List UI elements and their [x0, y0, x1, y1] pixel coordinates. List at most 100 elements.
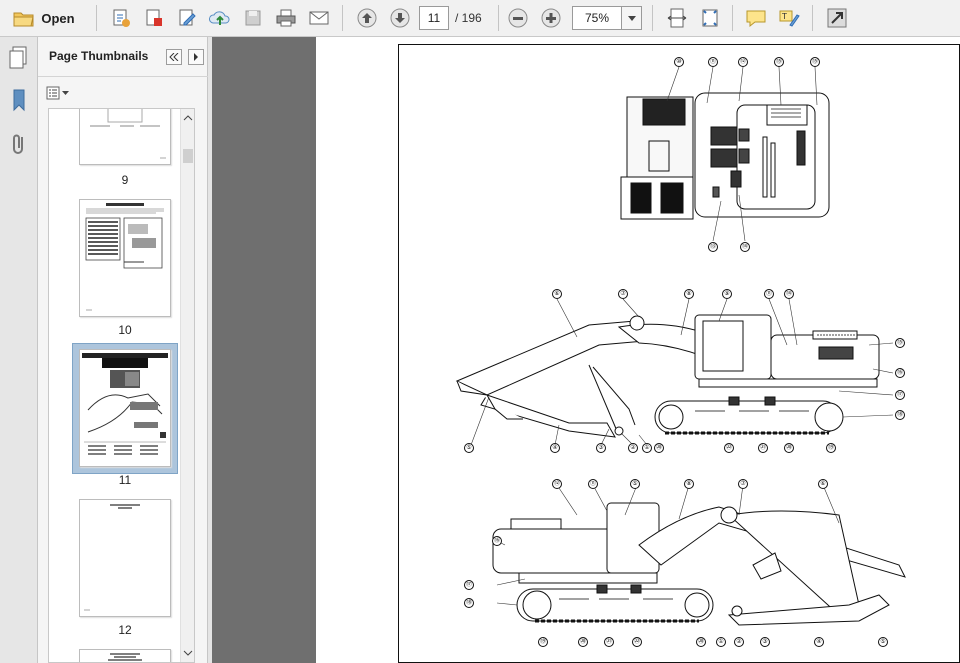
- page-thumbnails-icon[interactable]: [6, 43, 32, 73]
- thumbnails-panel: Page Thumbnails 9 10 11 12: [38, 37, 208, 663]
- scrollbar-thumb[interactable]: [183, 149, 193, 163]
- callout: ⑯: [492, 536, 502, 546]
- chevron-right-icon: [194, 53, 198, 61]
- email-icon[interactable]: [306, 5, 332, 31]
- callout: ㉒: [724, 443, 734, 453]
- callout: ⑮: [895, 338, 905, 348]
- callout: ③: [760, 637, 770, 647]
- thumbnail-page-11[interactable]: [79, 349, 171, 467]
- separator: [812, 5, 813, 31]
- callout: ⑰: [464, 580, 474, 590]
- scroll-up-icon: [183, 115, 193, 121]
- folder-icon: [13, 12, 34, 27]
- callout: ⑤: [630, 479, 640, 489]
- callout: ⑨: [722, 289, 732, 299]
- zoom-out-icon[interactable]: [505, 5, 531, 31]
- panel-title: Page Thumbnails: [49, 49, 149, 63]
- callout: ③: [596, 443, 606, 453]
- callout: ⑧: [684, 289, 694, 299]
- comment-icon[interactable]: [743, 5, 769, 31]
- open-button[interactable]: Open: [6, 5, 82, 31]
- page-number-input[interactable]: 11: [419, 6, 449, 30]
- chevron-down-icon[interactable]: [621, 7, 641, 29]
- upload-icon[interactable]: [207, 5, 233, 31]
- attachment-icon[interactable]: [6, 129, 32, 159]
- callout: ⑱: [895, 410, 905, 420]
- thumbnail-page-13[interactable]: [79, 649, 171, 662]
- callout: ⑱: [464, 598, 474, 608]
- thumbnail-page-10[interactable]: [79, 199, 171, 317]
- bookmark-icon[interactable]: [6, 85, 32, 115]
- thumbnail-label: 9: [121, 173, 129, 187]
- expand-panel-button[interactable]: [188, 49, 204, 65]
- callout: ⑫: [552, 479, 562, 489]
- zoom-value: 75%: [584, 11, 610, 25]
- print-icon[interactable]: [273, 5, 299, 31]
- callout: ㉑: [758, 443, 768, 453]
- callout: ⑦: [738, 479, 748, 489]
- fit-page-icon[interactable]: [697, 5, 723, 31]
- excavator-diagram: [455, 66, 906, 626]
- callout: ⑲: [826, 443, 836, 453]
- thumbnail-page-12[interactable]: [79, 499, 171, 617]
- toolbar: Open 11 / 196 75% T: [0, 0, 960, 37]
- zoom-in-icon[interactable]: [538, 5, 564, 31]
- collapse-panel-button[interactable]: [166, 49, 182, 65]
- document-page: ⑩ ⑪ ⑫ ⑮ ⑮ ⑬ ⑭ ⑥ ⑦ ⑧ ⑨ ⑪ ⑭ ⑮ ⑯ ⑰ ⑱ ⑲ ⑳ ㉑ …: [398, 44, 960, 663]
- callout: ⑪: [764, 289, 774, 299]
- highlight-icon[interactable]: T: [776, 5, 802, 31]
- callout: ⑯: [895, 368, 905, 378]
- options-menu-icon: [46, 86, 60, 100]
- separator: [732, 5, 733, 31]
- callout: ⑬: [708, 242, 718, 252]
- callout: ④: [550, 443, 560, 453]
- fit-width-icon[interactable]: [664, 5, 690, 31]
- thumbnail-list[interactable]: 9 10 11 12: [48, 108, 195, 663]
- thumbnail-label: 11: [118, 473, 132, 487]
- export-pdf-icon[interactable]: [141, 5, 167, 31]
- callout: ㉑: [604, 637, 614, 647]
- callout: ⑩: [674, 57, 684, 67]
- zoom-select[interactable]: 75%: [572, 6, 642, 30]
- callout: ①: [642, 443, 652, 453]
- callout: ⑦: [618, 289, 628, 299]
- thumbnail-scrollbar[interactable]: [180, 109, 194, 662]
- viewer-background: [212, 37, 316, 663]
- chevron-down-icon: [62, 91, 69, 95]
- callout: ⑳: [578, 637, 588, 647]
- callout: ⑳: [654, 443, 664, 453]
- callout: ㉒: [632, 637, 642, 647]
- callout: ⑰: [895, 390, 905, 400]
- callout: ②: [734, 637, 744, 647]
- scroll-down-icon: [183, 650, 193, 656]
- callout: ⑧: [684, 479, 694, 489]
- callout: ⑥: [552, 289, 562, 299]
- callout: ⑳: [696, 637, 706, 647]
- save-icon[interactable]: [240, 5, 266, 31]
- open-label: Open: [41, 10, 75, 26]
- previous-page-icon[interactable]: [354, 5, 380, 31]
- create-pdf-icon[interactable]: [108, 5, 134, 31]
- next-page-icon[interactable]: [387, 5, 413, 31]
- callout: ⑲: [538, 637, 548, 647]
- callout: ⑪: [708, 57, 718, 67]
- thumbnail-options-button[interactable]: [46, 84, 72, 102]
- separator: [652, 5, 653, 31]
- navigation-rail: [0, 37, 38, 663]
- thumbnail-label: 12: [118, 623, 132, 637]
- callout: ⑤: [878, 637, 888, 647]
- separator: [498, 5, 499, 31]
- callout: ⑫: [738, 57, 748, 67]
- separator: [342, 5, 343, 31]
- callout: ⑮: [810, 57, 820, 67]
- callout: ⑪: [588, 479, 598, 489]
- double-chevron-left-icon: [169, 53, 179, 61]
- callout: ⑥: [818, 479, 828, 489]
- callout: ⑤: [464, 443, 474, 453]
- edit-pdf-icon[interactable]: [174, 5, 200, 31]
- callout: ④: [814, 637, 824, 647]
- svg-text:T: T: [781, 12, 787, 21]
- expand-icon[interactable]: [824, 5, 850, 31]
- thumbnail-page-9[interactable]: [79, 109, 171, 165]
- callout: ⑭: [784, 289, 794, 299]
